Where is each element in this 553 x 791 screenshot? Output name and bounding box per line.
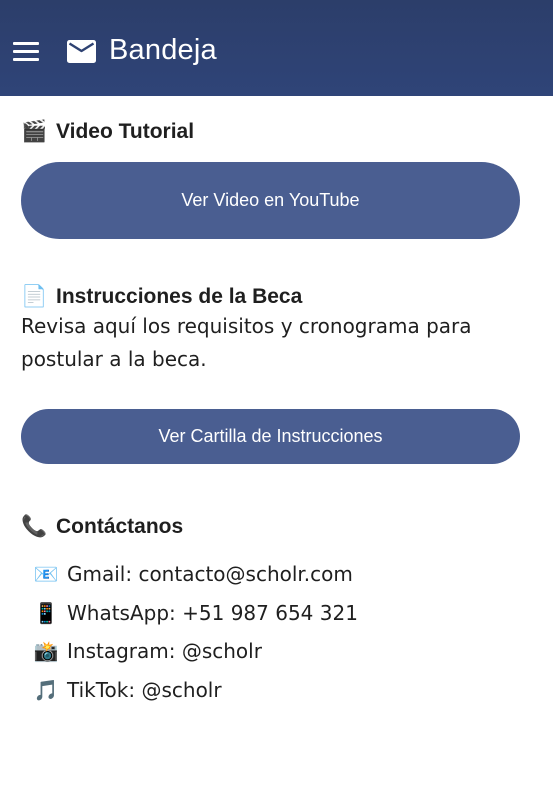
music-note-icon: 🎵 [33, 677, 59, 702]
contact-list: 📧 Gmail: contacto@scholr.com 📱 WhatsApp:… [32, 555, 358, 709]
contact-gmail-text: Gmail: contacto@scholr.com [67, 562, 353, 587]
film-projector-icon: 🎬 [21, 120, 48, 143]
menu-line [13, 58, 39, 61]
mail-icon [67, 40, 96, 63]
top-app-bar: Bandeja [0, 0, 553, 96]
youtube-video-button[interactable]: Ver Video en YouTube [21, 162, 520, 239]
video-tutorial-heading: 🎬 Video Tutorial [21, 120, 194, 144]
menu-line [13, 42, 39, 45]
contact-instagram-text: Instagram: @scholr [67, 639, 262, 664]
telephone-icon: 📞 [21, 515, 48, 538]
contact-gmail: 📧 Gmail: contacto@scholr.com [32, 555, 358, 594]
contact-whatsapp-text: WhatsApp: +51 987 654 321 [67, 600, 358, 625]
instructions-heading: 📄 Instrucciones de la Beca [21, 285, 302, 309]
contact-title: Contáctanos [56, 515, 184, 538]
contact-tiktok-text: TikTok: @scholr [67, 677, 222, 702]
contact-instagram: 📸 Instagram: @scholr [32, 632, 358, 671]
email-icon: 📧 [33, 562, 59, 587]
mobile-phone-icon: 📱 [33, 600, 59, 625]
contact-tiktok: 🎵 TikTok: @scholr [32, 671, 358, 710]
contact-whatsapp: 📱 WhatsApp: +51 987 654 321 [32, 594, 358, 633]
instructions-booklet-button[interactable]: Ver Cartilla de Instrucciones [21, 409, 520, 464]
app-screen: Bandeja 🎬 Video Tutorial Ver Video en Yo… [0, 0, 553, 791]
hamburger-menu-icon[interactable] [13, 40, 39, 62]
camera-flash-icon: 📸 [33, 639, 59, 664]
instructions-description: Revisa aquí los requisitos y cronograma … [21, 314, 472, 371]
page-title: Bandeja [109, 34, 217, 66]
instructions-title: Instrucciones de la Beca [56, 285, 303, 308]
menu-line [13, 50, 39, 53]
video-tutorial-title: Video Tutorial [56, 120, 195, 143]
contact-heading: 📞 Contáctanos [21, 515, 183, 539]
document-icon: 📄 [21, 285, 48, 308]
